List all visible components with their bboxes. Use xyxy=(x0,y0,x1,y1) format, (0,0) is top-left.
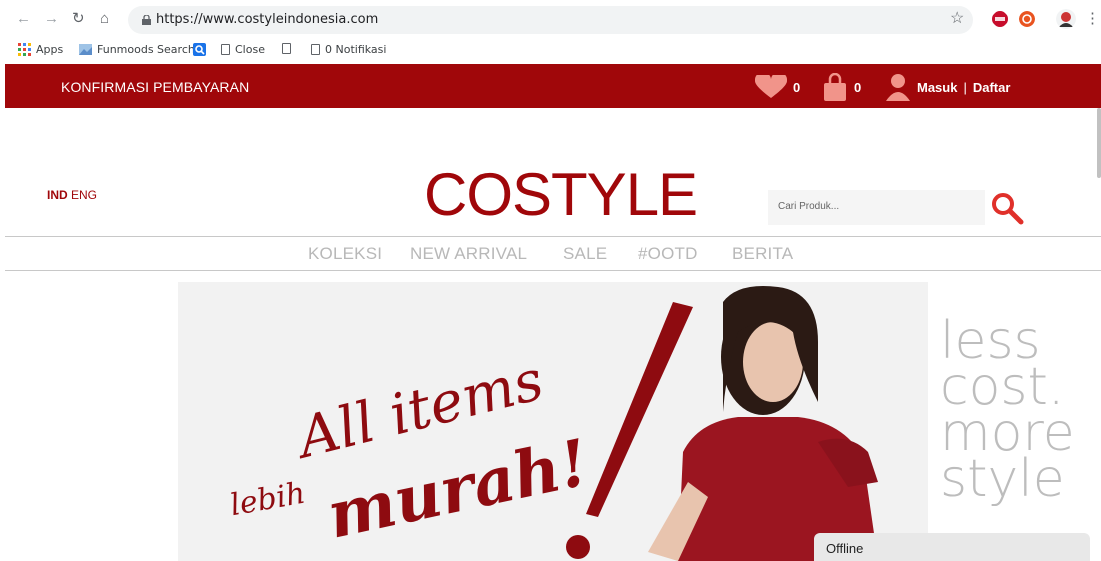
divider xyxy=(5,270,1101,271)
menu-ootd[interactable]: #OOTD xyxy=(638,244,698,264)
hero-banner[interactable]: All items lebih murah! xyxy=(178,282,928,561)
bookmark-star-icon[interactable]: ☆ xyxy=(950,8,964,28)
scrollbar-thumb[interactable] xyxy=(1097,108,1101,178)
funmoods-icon xyxy=(79,44,92,55)
bookmark-label: 0 Notifikasi xyxy=(325,43,387,56)
reload-icon[interactable]: ↻ xyxy=(72,9,85,29)
search-icon[interactable] xyxy=(990,191,1024,225)
bookmark-label: Apps xyxy=(36,43,64,56)
cart-button[interactable]: 0 xyxy=(822,73,861,101)
separator: | xyxy=(963,79,967,95)
bookmark-search[interactable] xyxy=(193,43,206,56)
menu-berita[interactable]: BERITA xyxy=(732,244,793,264)
heart-icon xyxy=(755,75,787,98)
lock-icon xyxy=(142,15,151,25)
ublock-icon[interactable] xyxy=(1019,11,1035,27)
wishlist-button[interactable]: 0 xyxy=(755,75,800,99)
login-link[interactable]: Masuk xyxy=(917,80,957,95)
search-bookmark-icon xyxy=(193,43,206,56)
bookmark-close[interactable]: Close xyxy=(221,43,265,56)
menu-sale[interactable]: SALE xyxy=(563,244,607,264)
cart-count: 0 xyxy=(854,79,862,95)
shopping-bag-icon xyxy=(824,73,846,101)
back-arrow-icon[interactable]: ← xyxy=(16,9,31,29)
page-icon xyxy=(282,43,291,54)
banner-artwork xyxy=(178,282,928,561)
page-icon xyxy=(311,44,320,55)
chat-status: Offline xyxy=(826,541,864,556)
lang-ind[interactable]: IND xyxy=(47,188,68,202)
register-link[interactable]: Daftar xyxy=(973,80,1011,95)
chat-widget[interactable]: Offline xyxy=(814,533,1090,561)
bookmark-apps[interactable]: Apps xyxy=(18,43,63,56)
chrome-menu-icon[interactable]: ⋮ xyxy=(1085,9,1100,29)
abp-icon[interactable] xyxy=(992,11,1008,27)
profile-avatar-icon[interactable] xyxy=(1056,9,1076,29)
divider xyxy=(5,236,1101,237)
wishlist-count: 0 xyxy=(793,79,801,95)
menu-new-arrival[interactable]: NEW ARRIVAL xyxy=(410,244,527,264)
bookmark-label: Funmoods Search xyxy=(97,43,195,56)
search-placeholder: Cari Produk... xyxy=(778,201,840,212)
bookmark-label: Close xyxy=(235,43,265,56)
search-input[interactable]: Cari Produk... xyxy=(768,190,985,225)
lang-eng[interactable]: ENG xyxy=(71,188,97,202)
apps-grid-icon xyxy=(18,43,31,56)
browser-chrome: ← → ↻ ⌂ https://www.costyleindonesia.com… xyxy=(0,0,1101,64)
bookmarks-bar: Apps Funmoods Search Close 0 Notifikasi xyxy=(0,38,1101,64)
user-icon xyxy=(886,74,910,101)
bookmark-notifikasi[interactable]: 0 Notifikasi xyxy=(311,43,386,56)
payment-confirmation-link[interactable]: KONFIRMASI PEMBAYARAN xyxy=(61,79,249,95)
tagline-line: style xyxy=(940,449,1065,509)
account-menu: Masuk | Daftar xyxy=(885,73,1010,101)
url-text: https://www.costyleindonesia.com xyxy=(156,12,379,27)
menu-koleksi[interactable]: KOLEKSI xyxy=(308,244,382,264)
home-icon[interactable]: ⌂ xyxy=(100,9,109,29)
forward-arrow-icon[interactable]: → xyxy=(44,9,59,29)
page-icon xyxy=(221,44,230,55)
bookmark-funmoods[interactable]: Funmoods Search xyxy=(79,43,195,56)
bookmark-blank[interactable] xyxy=(282,43,291,54)
language-switcher: IND ENG xyxy=(47,188,97,202)
site-logo[interactable]: COSTYLE xyxy=(424,160,698,229)
address-bar[interactable]: https://www.costyleindonesia.com xyxy=(128,6,973,34)
tagline: less cost. more style xyxy=(940,315,1075,509)
address-row: ← → ↻ ⌂ https://www.costyleindonesia.com… xyxy=(0,0,1101,38)
top-bar: KONFIRMASI PEMBAYARAN 0 0 Masuk | Daftar xyxy=(5,64,1101,108)
